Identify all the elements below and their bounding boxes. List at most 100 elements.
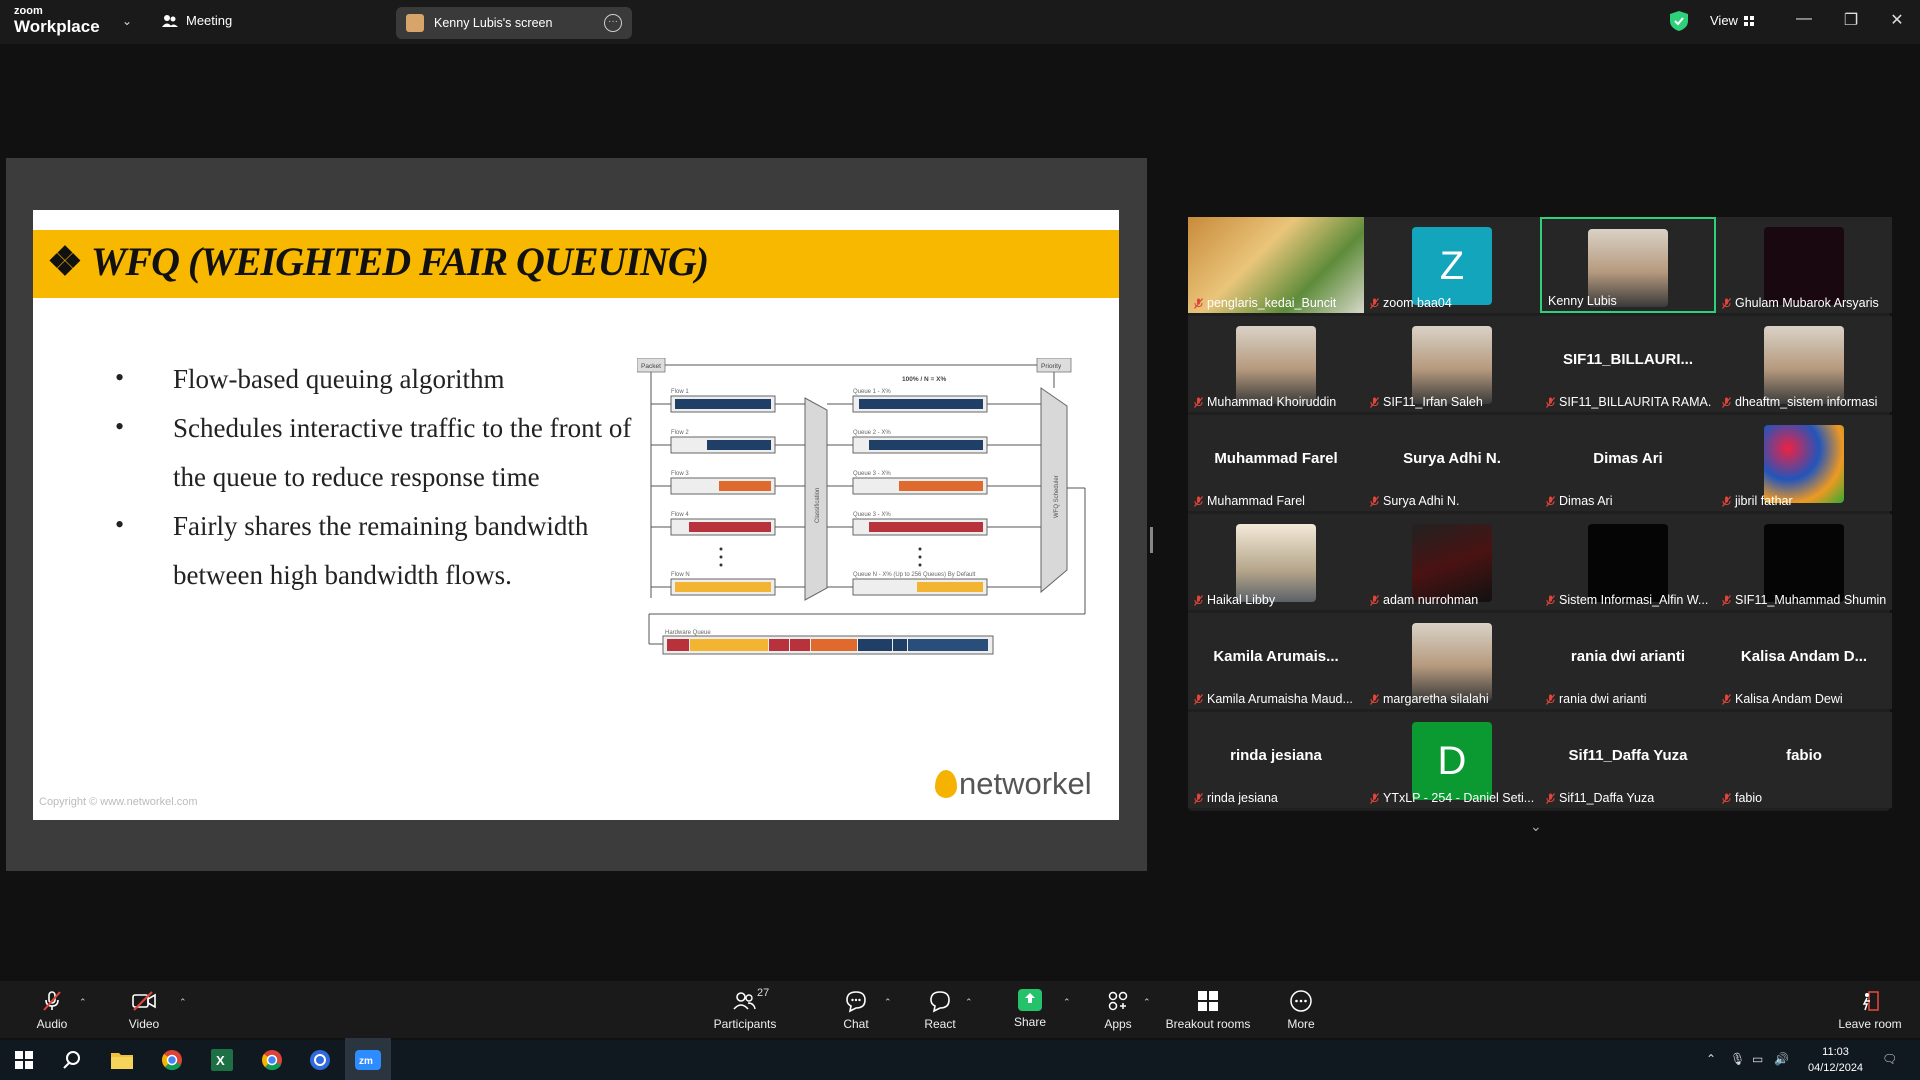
participant-display-name: fabio: [1786, 747, 1822, 764]
scheduler-label: WFQ Scheduler: [1054, 475, 1060, 518]
participant-tile[interactable]: Sistem Informasi_Alfin W...: [1540, 514, 1716, 610]
meeting-menu[interactable]: Meeting: [162, 13, 232, 28]
participant-tile[interactable]: dheaftm_sistem informasi: [1716, 316, 1892, 412]
participant-tile[interactable]: Dimas Ari Dimas Ari: [1540, 415, 1716, 511]
chrome-profile-icon[interactable]: [258, 1046, 286, 1074]
mic-muted-icon: [1546, 495, 1555, 507]
react-button[interactable]: React: [900, 989, 980, 1031]
participant-tile[interactable]: Haikal Libby: [1188, 514, 1364, 610]
participant-tile[interactable]: adam nurrohman: [1364, 514, 1540, 610]
participant-tile[interactable]: margaretha silalahi: [1364, 613, 1540, 709]
participant-tile[interactable]: penglaris_kedai_Buncit: [1188, 217, 1364, 313]
search-icon[interactable]: [58, 1046, 86, 1074]
more-options-icon[interactable]: ···: [604, 14, 622, 32]
participant-tile[interactable]: jibril fathar: [1716, 415, 1892, 511]
classification-label: Classification: [815, 488, 821, 523]
participant-name: adam nurrohman: [1383, 593, 1479, 607]
react-caret-icon[interactable]: ⌃: [965, 997, 973, 1008]
participant-name: penglaris_kedai_Buncit: [1207, 296, 1337, 310]
participant-name-label: Sif11_Daffa Yuza: [1546, 791, 1712, 805]
participant-tile[interactable]: Zzoom baa04: [1364, 217, 1540, 313]
participant-name: Dimas Ari: [1559, 494, 1613, 508]
participant-tile[interactable]: Kenny Lubis: [1540, 217, 1716, 313]
diagram-priority-label: Priority: [1041, 363, 1062, 370]
participant-tile[interactable]: Surya Adhi N. Surya Adhi N.: [1364, 415, 1540, 511]
participant-tile[interactable]: SIF11_Irfan Saleh: [1364, 316, 1540, 412]
share-caret-icon[interactable]: ⌃: [1063, 997, 1071, 1008]
chat-label: Chat: [843, 1017, 869, 1031]
mic-muted-icon: [1194, 297, 1203, 309]
participant-display-name: Kalisa Andam D...: [1740, 648, 1868, 665]
participant-tile[interactable]: Muhammad Farel Muhammad Farel: [1188, 415, 1364, 511]
system-clock[interactable]: 11:03 04/12/2024: [1808, 1044, 1863, 1076]
split-drag-handle[interactable]: [1150, 527, 1153, 553]
participant-name-label: YTxLP - 254 - Daniel Seti...: [1370, 791, 1536, 805]
participant-name-label: Muhammad Farel: [1194, 494, 1360, 508]
chat-caret-icon[interactable]: ⌃: [884, 997, 892, 1008]
microphone-icon[interactable]: 🎙: [1730, 1052, 1745, 1066]
participant-display-name: Kamila Arumais...: [1213, 648, 1339, 665]
audio-button[interactable]: Audio: [12, 989, 92, 1031]
participant-name: YTxLP - 254 - Daniel Seti...: [1383, 791, 1535, 805]
more-button[interactable]: More: [1261, 989, 1341, 1031]
participant-name-label: Kenny Lubis: [1548, 294, 1710, 308]
participant-tile[interactable]: rinda jesiana rinda jesiana: [1188, 712, 1364, 808]
flow-label: Flow 3: [671, 471, 689, 477]
mic-muted-icon: [1194, 495, 1203, 507]
participant-display-name: Dimas Ari: [1593, 450, 1663, 467]
brand-top: zoom: [14, 5, 43, 17]
participant-tile[interactable]: Kamila Arumais... Kamila Arumaisha Maud..…: [1188, 613, 1364, 709]
avatar: [1764, 524, 1844, 602]
notifications-icon[interactable]: 🗨: [1882, 1052, 1897, 1066]
participant-tile[interactable]: D YTxLP - 254 - Daniel Seti...: [1364, 712, 1540, 808]
breakout-rooms-button[interactable]: Breakout rooms: [1162, 989, 1254, 1031]
apps-button[interactable]: Apps: [1078, 989, 1158, 1031]
chat-button[interactable]: Chat: [816, 989, 896, 1031]
camera-off-icon: [132, 991, 156, 1011]
video-caret-icon[interactable]: ⌃: [179, 997, 187, 1008]
participant-name-label: Dimas Ari: [1546, 494, 1712, 508]
participant-display-name: Muhammad Farel: [1214, 450, 1338, 467]
chrome-icon[interactable]: [158, 1046, 186, 1074]
wfq-diagram: Packet Priority 100% / N = X% Flow 1 Flo…: [637, 358, 1086, 655]
breakout-rooms-icon: [1198, 991, 1218, 1011]
participant-tile[interactable]: rania dwi arianti rania dwi arianti: [1540, 613, 1716, 709]
view-button[interactable]: View: [1710, 13, 1754, 28]
screen-share-indicator[interactable]: Kenny Lubis's screen ···: [396, 7, 632, 39]
slide-title-text: WFQ (WEIGHTED FAIR QUEUING): [90, 239, 709, 284]
excel-icon[interactable]: X: [208, 1046, 236, 1074]
diamond-bullet-icon: ❖: [47, 239, 91, 284]
video-button[interactable]: Video: [104, 989, 184, 1031]
participant-name: Kalisa Andam Dewi: [1735, 692, 1843, 706]
restore-icon[interactable]: ❐: [1836, 10, 1866, 30]
participants-button[interactable]: 27 Participants: [705, 987, 785, 1031]
minimize-icon[interactable]: —: [1789, 10, 1819, 28]
participant-tile[interactable]: Muhammad Khoiruddin: [1188, 316, 1364, 412]
windows-start-icon[interactable]: [10, 1046, 38, 1074]
participant-tile[interactable]: fabio fabio: [1716, 712, 1892, 808]
participant-tile[interactable]: SIF11_Muhammad Shumin: [1716, 514, 1892, 610]
avatar: [406, 14, 424, 32]
file-explorer-icon[interactable]: [108, 1046, 136, 1074]
participant-tile[interactable]: SIF11_BILLAURI... SIF11_BILLAURITA RAMA..…: [1540, 316, 1716, 412]
browser-icon[interactable]: [306, 1046, 334, 1074]
leave-room-label: Leave room: [1838, 1017, 1902, 1031]
share-button[interactable]: Share: [990, 989, 1070, 1029]
zoom-workplace-logo[interactable]: zoom Workplace: [14, 5, 100, 36]
chevron-down-icon[interactable]: ⌄: [122, 14, 132, 28]
chat-icon: [846, 991, 866, 1013]
chevron-down-icon[interactable]: ⌄: [1530, 818, 1542, 835]
participant-tile[interactable]: Ghulam Mubarok Arsyaris: [1716, 217, 1892, 313]
tray-chevron-icon[interactable]: ⌃: [1706, 1052, 1716, 1066]
participant-tile[interactable]: Sif11_Daffa Yuza Sif11_Daffa Yuza: [1540, 712, 1716, 808]
apps-icon: [1108, 991, 1128, 1011]
participant-tile[interactable]: Kalisa Andam D... Kalisa Andam Dewi: [1716, 613, 1892, 709]
leave-room-button[interactable]: Leave room: [1830, 989, 1910, 1031]
shield-icon[interactable]: [1670, 11, 1688, 31]
volume-icon[interactable]: 🔊: [1774, 1052, 1789, 1066]
zoom-app-icon[interactable]: zm: [354, 1046, 382, 1074]
audio-caret-icon[interactable]: ⌃: [79, 997, 87, 1008]
apps-caret-icon[interactable]: ⌃: [1143, 997, 1151, 1008]
close-icon[interactable]: ✕: [1882, 10, 1912, 30]
network-icon[interactable]: ▭: [1752, 1052, 1763, 1066]
